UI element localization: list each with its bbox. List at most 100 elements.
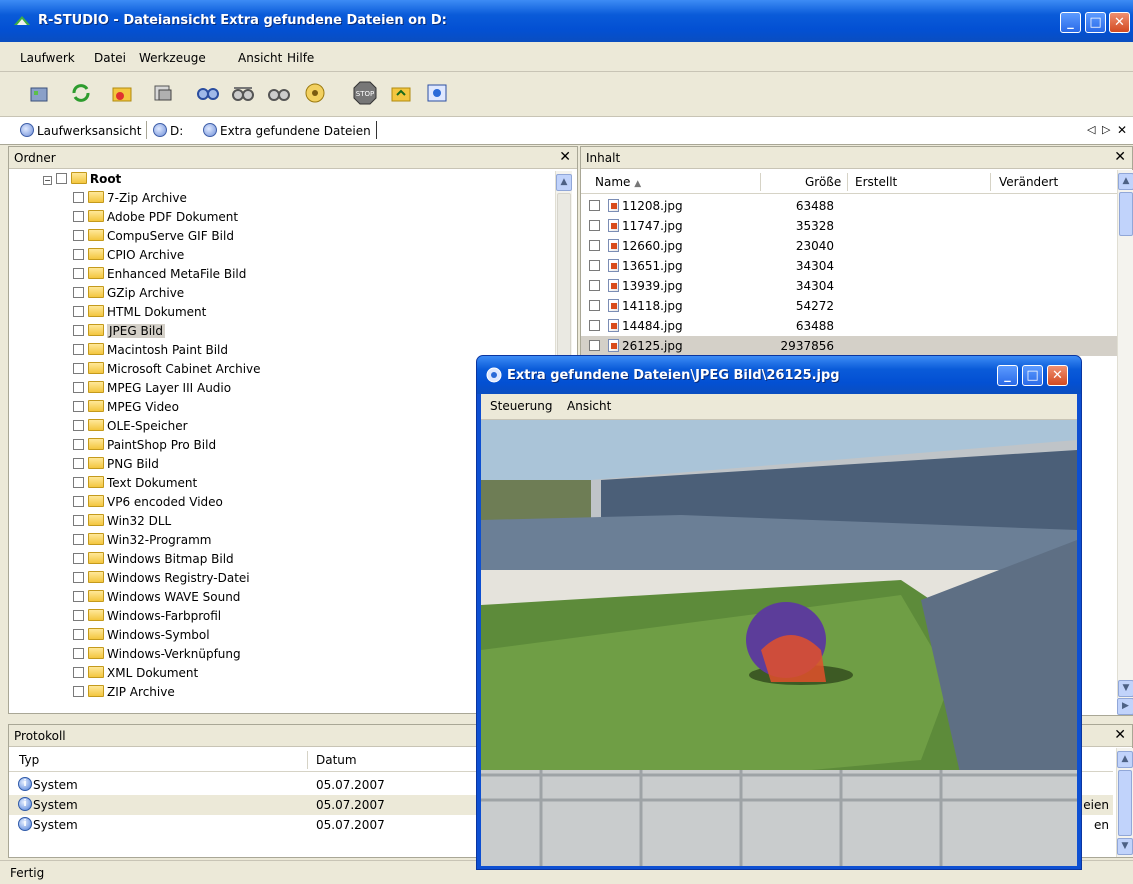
folder-checkbox[interactable] <box>73 363 84 374</box>
tree-item[interactable]: Windows-Symbol <box>73 628 210 647</box>
tree-item[interactable]: HTML Dokument <box>73 305 206 324</box>
folder-checkbox[interactable] <box>73 629 84 640</box>
folder-checkbox[interactable] <box>73 686 84 697</box>
image-viewer-window[interactable]: Extra gefundene Dateien\JPEG Bild\26125.… <box>476 355 1082 870</box>
tab-close-icon[interactable]: ✕ <box>1117 123 1127 137</box>
tree-root[interactable]: − Root <box>43 172 121 191</box>
viewer-minimize-button[interactable]: _ <box>997 365 1018 386</box>
drive-icon[interactable] <box>26 80 52 106</box>
tree-item[interactable]: Text Dokument <box>73 476 197 495</box>
file-row[interactable]: 13651.jpg 34304 <box>581 256 1117 276</box>
tab-scroll-left-icon[interactable]: ◁ <box>1087 123 1095 136</box>
viewer-menu-ansicht[interactable]: Ansicht <box>567 399 611 413</box>
tree-item[interactable]: GZip Archive <box>73 286 184 305</box>
tree-item[interactable]: Windows Bitmap Bild <box>73 552 234 571</box>
viewer-menu-steuerung[interactable]: Steuerung <box>490 399 552 413</box>
menu-laufwerk[interactable]: Laufwerk <box>20 51 75 65</box>
column-created[interactable]: Erstellt <box>855 175 897 189</box>
open-folder-icon[interactable] <box>109 80 135 106</box>
scroll-up-icon[interactable]: ▲ <box>1118 173 1133 190</box>
tree-item[interactable]: ZIP Archive <box>73 685 175 704</box>
menu-werkzeuge[interactable]: Werkzeuge <box>139 51 206 65</box>
folder-checkbox[interactable] <box>73 591 84 602</box>
menu-datei[interactable]: Datei <box>94 51 126 65</box>
folder-checkbox[interactable] <box>73 477 84 488</box>
tree-item[interactable]: Macintosh Paint Bild <box>73 343 228 362</box>
tab-scroll-right-icon[interactable]: ▷ <box>1102 123 1110 136</box>
tree-item[interactable]: Windows-Verknüpfung <box>73 647 241 666</box>
tree-item[interactable]: Win32-Programm <box>73 533 211 552</box>
folder-checkbox[interactable] <box>73 192 84 203</box>
file-checkbox[interactable] <box>589 260 600 271</box>
folder-checkbox[interactable] <box>73 534 84 545</box>
scroll-right-icon[interactable]: ▶ <box>1117 698 1133 715</box>
tree-item[interactable]: PaintShop Pro Bild <box>73 438 216 457</box>
scroll-down-icon[interactable]: ▼ <box>1117 838 1133 855</box>
tree-item[interactable]: VP6 encoded Video <box>73 495 223 514</box>
tree-item[interactable]: XML Dokument <box>73 666 198 685</box>
file-row[interactable]: 26125.jpg 2937856 <box>581 336 1117 356</box>
content-scrollbar[interactable]: ▲ ▼ <box>1117 170 1133 698</box>
tree-item[interactable]: CompuServe GIF Bild <box>73 229 234 248</box>
folder-checkbox[interactable] <box>73 458 84 469</box>
file-checkbox[interactable] <box>589 300 600 311</box>
tree-item[interactable]: OLE-Speicher <box>73 419 188 438</box>
tree-item[interactable]: Adobe PDF Dokument <box>73 210 238 229</box>
folder-checkbox[interactable] <box>73 572 84 583</box>
folder-checkbox[interactable] <box>73 268 84 279</box>
title-bar[interactable]: R-STUDIO - Dateiansicht Extra gefundene … <box>0 0 1133 42</box>
tree-item[interactable]: CPIO Archive <box>73 248 184 267</box>
tree-item[interactable]: 7-Zip Archive <box>73 191 187 210</box>
scroll-up-icon[interactable]: ▲ <box>1117 751 1133 768</box>
stop-icon[interactable]: STOP <box>352 80 378 106</box>
menu-hilfe[interactable]: Hilfe <box>287 51 314 65</box>
folder-up-icon[interactable] <box>388 80 414 106</box>
log-pane-close-icon[interactable]: ✕ <box>1114 727 1126 743</box>
disk-image-icon[interactable] <box>302 80 328 106</box>
folder-checkbox[interactable] <box>73 211 84 222</box>
file-row[interactable]: 11747.jpg 35328 <box>581 216 1117 236</box>
folder-checkbox[interactable] <box>73 420 84 431</box>
folder-checkbox[interactable] <box>73 401 84 412</box>
tree-item[interactable]: Microsoft Cabinet Archive <box>73 362 261 381</box>
folder-checkbox[interactable] <box>73 344 84 355</box>
search-glasses-icon[interactable] <box>266 80 292 106</box>
column-size[interactable]: Größe <box>805 175 841 189</box>
folder-checkbox[interactable] <box>73 325 84 336</box>
file-checkbox[interactable] <box>589 340 600 351</box>
folder-checkbox[interactable] <box>73 610 84 621</box>
maximize-button[interactable]: □ <box>1085 12 1106 33</box>
collapse-icon[interactable]: − <box>43 176 52 185</box>
tree-item[interactable]: JPEG Bild <box>73 324 165 343</box>
file-checkbox[interactable] <box>589 240 600 251</box>
folder-checkbox[interactable] <box>73 553 84 564</box>
file-checkbox[interactable] <box>589 220 600 231</box>
tree-item[interactable]: Enhanced MetaFile Bild <box>73 267 246 286</box>
log-scrollbar[interactable]: ▲ ▼ <box>1116 748 1133 857</box>
folder-checkbox[interactable] <box>73 496 84 507</box>
tree-item[interactable]: MPEG Layer III Audio <box>73 381 231 400</box>
file-row[interactable]: 14484.jpg 63488 <box>581 316 1117 336</box>
scan-glasses-icon[interactable] <box>230 80 256 106</box>
folder-checkbox[interactable] <box>73 249 84 260</box>
log-scroll-thumb[interactable] <box>1118 770 1132 836</box>
folder-checkbox[interactable] <box>73 230 84 241</box>
file-checkbox[interactable] <box>589 200 600 211</box>
preview-icon[interactable] <box>424 80 450 106</box>
scroll-up-icon[interactable]: ▲ <box>556 174 572 191</box>
tree-item[interactable]: PNG Bild <box>73 457 159 476</box>
viewer-title-bar[interactable]: Extra gefundene Dateien\JPEG Bild\26125.… <box>477 356 1081 394</box>
copy-files-icon[interactable] <box>150 80 176 106</box>
folder-checkbox[interactable] <box>73 382 84 393</box>
tree-item[interactable]: Windows WAVE Sound <box>73 590 240 609</box>
root-checkbox[interactable] <box>55 173 67 184</box>
tree-item[interactable]: Windows Registry-Datei <box>73 571 250 590</box>
content-pane-close-icon[interactable]: ✕ <box>1114 149 1126 165</box>
file-checkbox[interactable] <box>589 280 600 291</box>
tree-item[interactable]: Win32 DLL <box>73 514 171 533</box>
folder-checkbox[interactable] <box>73 439 84 450</box>
close-button[interactable]: ✕ <box>1109 12 1130 33</box>
tab-extra-gefundene-dateien[interactable]: Extra gefundene Dateien <box>203 123 371 138</box>
folder-pane-close-icon[interactable]: ✕ <box>559 149 571 165</box>
viewer-maximize-button[interactable]: □ <box>1022 365 1043 386</box>
